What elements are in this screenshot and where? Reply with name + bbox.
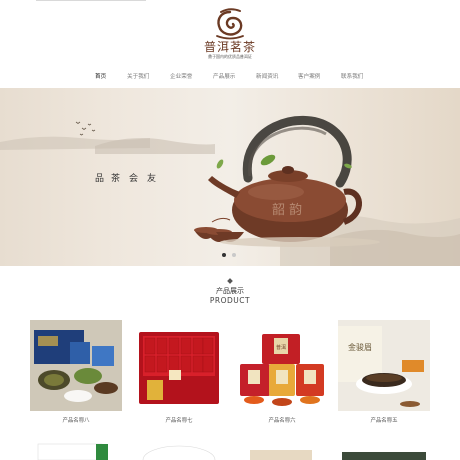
nav-item-news[interactable]: 新闻资讯 [256,72,278,80]
tagline-char: 品 [95,174,107,184]
tagline-char: 会 [129,174,141,184]
hero-banner[interactable]: 韶 韵 品 茶 会 友 [0,88,460,266]
nav-item-products[interactable]: 产品展示 [213,72,235,80]
slider-pagination [222,253,242,259]
tagline-char: 茶 [111,174,123,184]
product-image[interactable] [30,320,122,411]
product-image[interactable]: 普洱 [236,320,328,411]
nav-item-honors[interactable]: 企业荣誉 [170,72,192,80]
product-card[interactable]: 普洱 产品名称六 [236,320,328,424]
tagline-char: 友 [147,174,159,184]
product-image[interactable] [133,320,225,411]
product-name[interactable]: 产品名称五 [338,416,430,424]
product-card-partial[interactable] [30,440,122,460]
slider-dot[interactable] [232,253,236,257]
main-nav: 首页 关于我们 企业荣誉 产品展示 新闻资讯 客户案例 联系我们 [0,72,460,84]
tea-logo-icon [216,8,244,40]
teapot-landscape-image: 韶 韵 [0,115,460,266]
top-divider [36,0,146,1]
nav-item-home[interactable]: 首页 [95,72,106,80]
diamond-ornament-icon [227,278,233,284]
product-image[interactable]: 金骏眉 [338,320,430,411]
nav-item-cases[interactable]: 客户案例 [298,72,320,80]
svg-text:韶 韵: 韶 韵 [272,202,302,218]
product-name[interactable]: 产品名称六 [236,416,328,424]
product-card-partial[interactable] [338,440,430,460]
products-section-heading: 产品展示 PRODUCT [0,278,460,306]
product-name[interactable]: 产品名称八 [30,416,122,424]
brand-name: 普洱茗茶 [203,40,256,54]
section-title-cn: 产品展示 [216,287,244,295]
product-card-partial[interactable] [133,440,225,460]
product-card[interactable]: 金骏眉 产品名称五 [338,320,430,424]
brand-slogan: 鼎于国内的优质品普洱证 [208,54,252,59]
product-name[interactable]: 产品名称七 [133,416,225,424]
site-logo[interactable]: 普洱茗茶 鼎于国内的优质品普洱证 [195,6,265,66]
section-title-en: PRODUCT [209,296,251,305]
nav-item-about[interactable]: 关于我们 [127,72,149,80]
box-label-text: 金骏眉 [348,342,372,352]
can-label-text: 普洱 [276,344,286,351]
product-card[interactable]: 产品名称七 [133,320,225,424]
product-card[interactable]: 产品名称八 [30,320,122,424]
product-card-partial[interactable] [236,440,328,460]
slider-dot-active[interactable] [222,253,226,257]
nav-item-contact[interactable]: 联系我们 [341,72,363,80]
